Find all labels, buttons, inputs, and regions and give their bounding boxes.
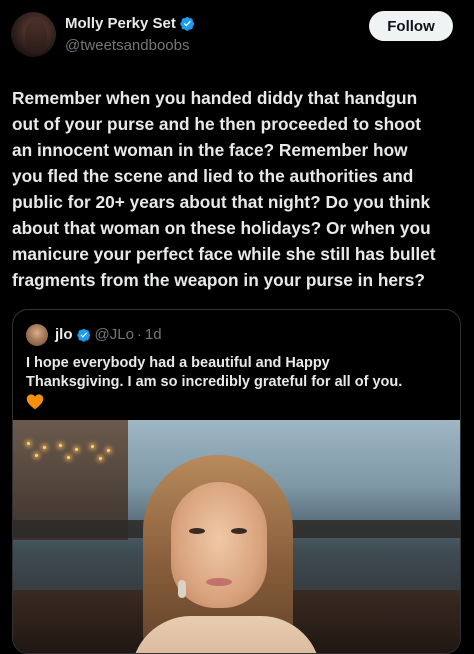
quoted-author-handle[interactable]: @JLo	[95, 326, 134, 343]
orange-heart-icon	[26, 394, 44, 410]
meta-separator: ·	[136, 326, 142, 343]
author-avatar[interactable]	[11, 12, 56, 57]
avatar-figure	[25, 18, 47, 54]
follow-button[interactable]: Follow	[369, 11, 453, 41]
photo-eye-left	[189, 528, 205, 534]
quoted-verified-badge-icon	[76, 328, 90, 342]
author-name-row: Molly Perky Set	[65, 15, 195, 32]
quoted-author-avatar[interactable]	[26, 324, 48, 346]
quoted-author-row: jlo @JLo · 1d	[55, 326, 162, 343]
verified-badge-icon	[180, 16, 194, 31]
photo-earring	[178, 580, 186, 598]
author-handle[interactable]: @tweetsandboobs	[65, 37, 189, 54]
tweet-text: Remember when you handed diddy that hand…	[12, 88, 436, 290]
photo-eye-right	[231, 528, 247, 534]
tweet-header: Molly Perky Set @tweetsandboobs Follow	[0, 0, 474, 64]
quoted-tweet-photo[interactable]	[13, 420, 460, 653]
quoted-tweet-text: I hope everybody had a beautiful and Hap…	[26, 355, 403, 390]
quoted-tweet[interactable]: jlo @JLo · 1d I hope everybody had a bea…	[12, 309, 461, 654]
photo-lips	[206, 578, 232, 586]
author-display-name[interactable]: Molly Perky Set	[65, 15, 176, 32]
quoted-timestamp[interactable]: 1d	[145, 326, 162, 343]
quoted-author-name[interactable]: jlo	[55, 326, 73, 343]
